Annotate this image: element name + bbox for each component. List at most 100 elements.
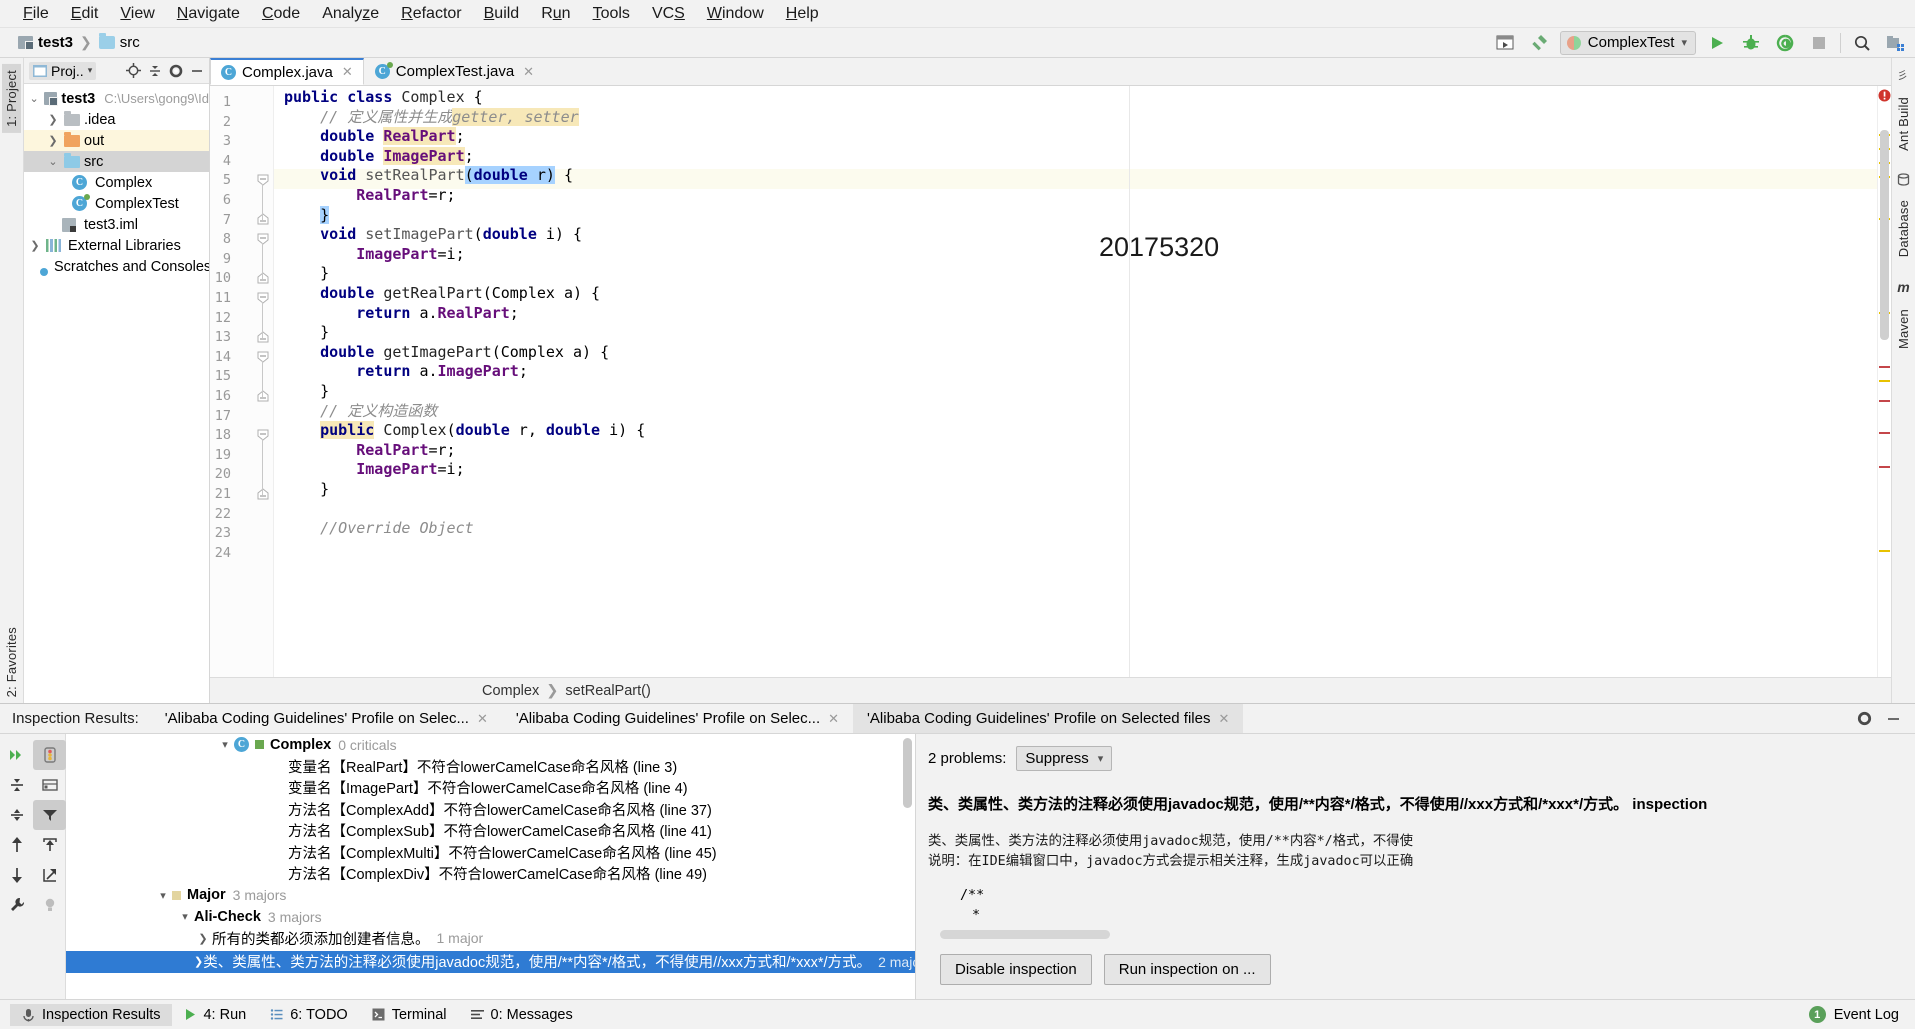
run-button[interactable]: [1704, 31, 1730, 55]
status-item-todo[interactable]: 6: TODO: [258, 1004, 359, 1026]
tool-window-button-ant-build[interactable]: Ant Build: [1896, 97, 1911, 151]
tree-item-complex[interactable]: C Complex: [24, 172, 209, 193]
collapse-all-icon[interactable]: [148, 64, 162, 78]
tree-item-ali-check[interactable]: ▾ Ali-Check 3 majors: [66, 906, 915, 928]
breadcrumb-item-project[interactable]: test3: [18, 34, 73, 51]
tree-item-complextest[interactable]: C ComplexTest: [24, 193, 209, 214]
search-icon[interactable]: [1849, 31, 1875, 55]
tool-window-button-database[interactable]: Database: [1896, 200, 1911, 257]
menu-item-refactor[interactable]: Refactor: [390, 3, 472, 25]
status-item-terminal[interactable]: Terminal: [360, 1004, 459, 1026]
tree-item-external-libraries[interactable]: ❯ External Libraries: [24, 235, 209, 256]
status-item-inspection-results[interactable]: Inspection Results: [10, 1003, 173, 1026]
tree-item-javadoc-rule[interactable]: ❯ 类、类属性、类方法的注释必须使用javadoc规范，使用/**内容*/格式，…: [66, 951, 915, 973]
hide-icon[interactable]: [190, 64, 204, 78]
menu-item-vcs[interactable]: VCS: [641, 3, 696, 25]
menu-item-help[interactable]: Help: [775, 3, 830, 25]
chevron-right-icon[interactable]: ❯: [46, 134, 60, 147]
show-window-icon[interactable]: [1492, 31, 1518, 55]
list-item[interactable]: 方法名【ComplexDiv】不符合lowerCamelCase命名风格 (li…: [66, 863, 915, 885]
fold-marker-icon[interactable]: [257, 272, 269, 284]
list-item[interactable]: 方法名【ComplexMulti】不符合lowerCamelCase命名风格 (…: [66, 842, 915, 864]
export-icon[interactable]: [33, 830, 66, 860]
prev-occurrence-icon[interactable]: [0, 830, 33, 860]
open-in-new-icon[interactable]: [33, 860, 66, 890]
rerun-inspection-icon[interactable]: [33, 740, 66, 770]
horizontal-scrollbar[interactable]: [940, 930, 1110, 939]
fold-marker-icon[interactable]: [257, 213, 269, 225]
menu-item-build[interactable]: Build: [473, 3, 531, 25]
tree-item-creator-info[interactable]: ❯ 所有的类都必须添加创建者信息。 1 major: [66, 928, 915, 950]
build-hammer-icon[interactable]: [1526, 31, 1552, 55]
tree-item-scratches[interactable]: Scratches and Consoles: [24, 256, 209, 277]
editor-tab-complex-java[interactable]: C Complex.java ✕: [210, 58, 364, 85]
chevron-right-icon[interactable]: ❯: [46, 113, 60, 126]
tree-item-test3-iml[interactable]: test3.iml: [24, 214, 209, 235]
chevron-down-icon[interactable]: ▾: [176, 910, 194, 923]
tree-item-complex[interactable]: ▾ C Complex 0 criticals: [66, 734, 915, 756]
menu-item-edit[interactable]: Edit: [60, 3, 110, 25]
chevron-down-icon[interactable]: ⌄: [46, 155, 60, 168]
close-icon[interactable]: ✕: [477, 711, 488, 727]
status-item-messages[interactable]: 0: Messages: [459, 1004, 585, 1026]
list-item[interactable]: 变量名【RealPart】不符合lowerCamelCase命名风格 (line…: [66, 756, 915, 778]
status-item-run[interactable]: 4: Run: [172, 1004, 258, 1026]
gear-icon[interactable]: [169, 64, 183, 78]
chevron-down-icon[interactable]: ⌄: [28, 92, 40, 105]
expand-all-icon[interactable]: [0, 740, 33, 770]
fold-marker-icon[interactable]: [257, 351, 269, 363]
filter-icon[interactable]: [33, 800, 66, 830]
menu-item-view[interactable]: View: [109, 3, 165, 25]
tree-item-out[interactable]: ❯ out: [24, 130, 209, 151]
close-icon[interactable]: ✕: [342, 64, 353, 80]
menu-item-window[interactable]: Window: [696, 3, 775, 25]
next-occurrence-icon[interactable]: [0, 860, 33, 890]
tree-item-idea[interactable]: ❯ .idea: [24, 109, 209, 130]
gear-icon[interactable]: [1857, 711, 1872, 726]
inspection-tab-1[interactable]: 'Alibaba Coding Guidelines' Profile on S…: [151, 704, 502, 733]
fold-marker-icon[interactable]: [257, 174, 269, 186]
menu-item-navigate[interactable]: Navigate: [166, 3, 251, 25]
disable-inspection-button[interactable]: Disable inspection: [940, 954, 1092, 985]
event-log-label[interactable]: Event Log: [1834, 1007, 1899, 1023]
expand-vertical-icon[interactable]: [0, 800, 33, 830]
close-icon[interactable]: ✕: [523, 64, 534, 80]
tool-window-button-maven[interactable]: Maven: [1896, 309, 1911, 349]
inspection-tab-3[interactable]: 'Alibaba Coding Guidelines' Profile on S…: [853, 704, 1244, 733]
fold-marker-icon[interactable]: [257, 488, 269, 500]
code-text[interactable]: public class Complex { // 定义属性并生成getter,…: [274, 86, 1877, 677]
menu-item-tools[interactable]: Tools: [582, 3, 641, 25]
menu-item-run[interactable]: Run: [530, 3, 581, 25]
run-with-coverage-button[interactable]: [1772, 31, 1798, 55]
locate-icon[interactable]: [126, 63, 141, 78]
tree-item-src[interactable]: ⌄ src: [24, 151, 209, 172]
chevron-right-icon[interactable]: ❯: [194, 932, 212, 945]
editor-tab-complextest-java[interactable]: C ComplexTest.java ✕: [364, 58, 545, 85]
tree-item-test3[interactable]: ⌄ test3 C:\Users\gong9\Id: [24, 88, 209, 109]
breadcrumb-method[interactable]: setRealPart(): [565, 683, 650, 699]
editor-gutter[interactable]: 1 2 3 4 5 6 7 8 9 10 11 12 13 14 15 16 1: [210, 86, 274, 677]
menu-item-analyze[interactable]: Analyze: [311, 3, 390, 25]
inspection-tree[interactable]: ▾ C Complex 0 criticals 变量名【RealPart】不符合…: [66, 734, 915, 999]
error-count-icon[interactable]: [1878, 89, 1891, 103]
chevron-right-icon[interactable]: ❯: [28, 239, 42, 252]
list-item[interactable]: 变量名【ImagePart】不符合lowerCamelCase命名风格 (lin…: [66, 777, 915, 799]
fold-marker-icon[interactable]: [257, 331, 269, 343]
project-view-selector[interactable]: Proj.. ▾: [29, 61, 97, 80]
run-configuration-selector[interactable]: ComplexTest ▾: [1559, 30, 1696, 55]
project-structure-icon[interactable]: [1883, 31, 1909, 55]
breadcrumb-item-src[interactable]: src: [98, 33, 140, 51]
collapse-vertical-icon[interactable]: [0, 770, 33, 800]
close-icon[interactable]: ✕: [1218, 711, 1229, 727]
run-inspection-on-button[interactable]: Run inspection on ...: [1103, 954, 1271, 985]
code-editor[interactable]: 1 2 3 4 5 6 7 8 9 10 11 12 13 14 15 16 1: [210, 86, 1891, 677]
menu-item-code[interactable]: Code: [251, 3, 311, 25]
error-stripe-marker-bar[interactable]: [1877, 86, 1891, 677]
group-by-icon[interactable]: [33, 770, 66, 800]
scrollbar-thumb[interactable]: [903, 738, 912, 808]
suppress-dropdown[interactable]: Suppress ▾: [1016, 746, 1113, 771]
fold-marker-icon[interactable]: [257, 233, 269, 245]
fold-marker-icon[interactable]: [257, 390, 269, 402]
tool-window-button-project[interactable]: 1: Project: [2, 64, 21, 133]
chevron-down-icon[interactable]: ▾: [154, 889, 172, 902]
